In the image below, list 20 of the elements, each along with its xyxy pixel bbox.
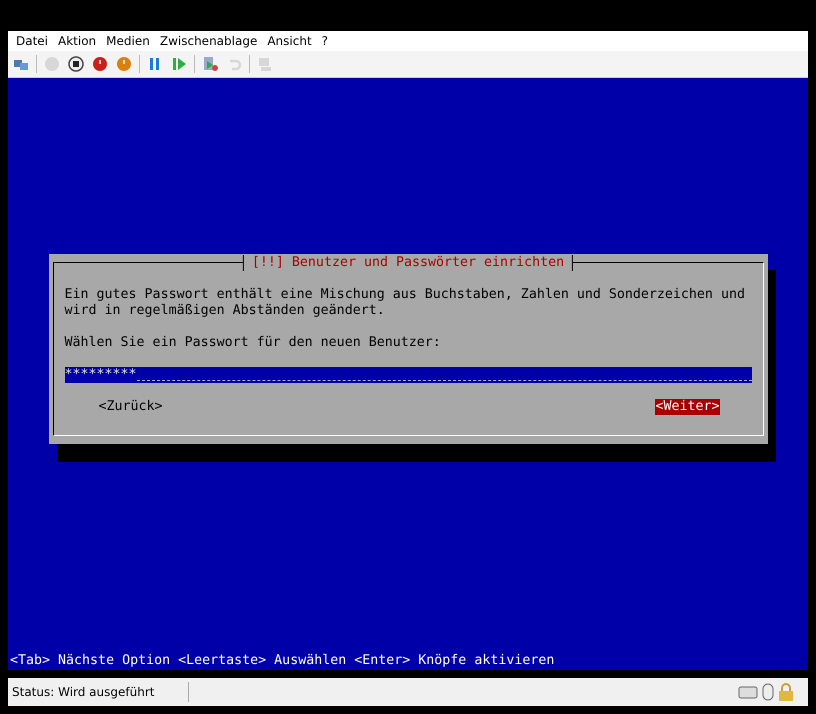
status-text: Status: Wird ausgeführt	[8, 682, 189, 702]
mouse-icon	[761, 683, 775, 701]
play-icon[interactable]	[170, 55, 188, 73]
dialog-button[interactable]: <Zurück>	[98, 399, 163, 415]
menu-item[interactable]: Zwischenablage	[154, 34, 262, 48]
password-field[interactable]: *********	[64, 367, 752, 383]
prompt-label: Wählen Sie ein Passwort für den neuen Benutzer:	[64, 335, 442, 351]
menu-item[interactable]: Datei	[11, 34, 54, 48]
lock-icon	[778, 683, 794, 701]
description-text: Ein gutes Passwort enthält eine Mischung aus Buchstaben, Zahlen und Sonderzeichen und wird in regelmäßigen Abständen geändert.	[64, 287, 746, 319]
dialog-title: [!!] Benutzer und Passwörter einrichten	[242, 255, 574, 271]
power-icon[interactable]	[115, 55, 133, 73]
stop-icon[interactable]	[67, 55, 85, 73]
menu-item[interactable]: Aktion	[53, 34, 102, 48]
menu-item[interactable]: Medien	[101, 34, 155, 48]
menu-item[interactable]: Ansicht	[262, 34, 317, 48]
dialog-button[interactable]: <Weiter>	[655, 399, 720, 415]
help-line: <Tab> Nächste Option <Leertaste> Auswählen <Enter> Knöpfe aktivieren	[9, 653, 556, 670]
power-icon[interactable]	[91, 55, 109, 73]
menu-item[interactable]: ?	[316, 34, 334, 48]
